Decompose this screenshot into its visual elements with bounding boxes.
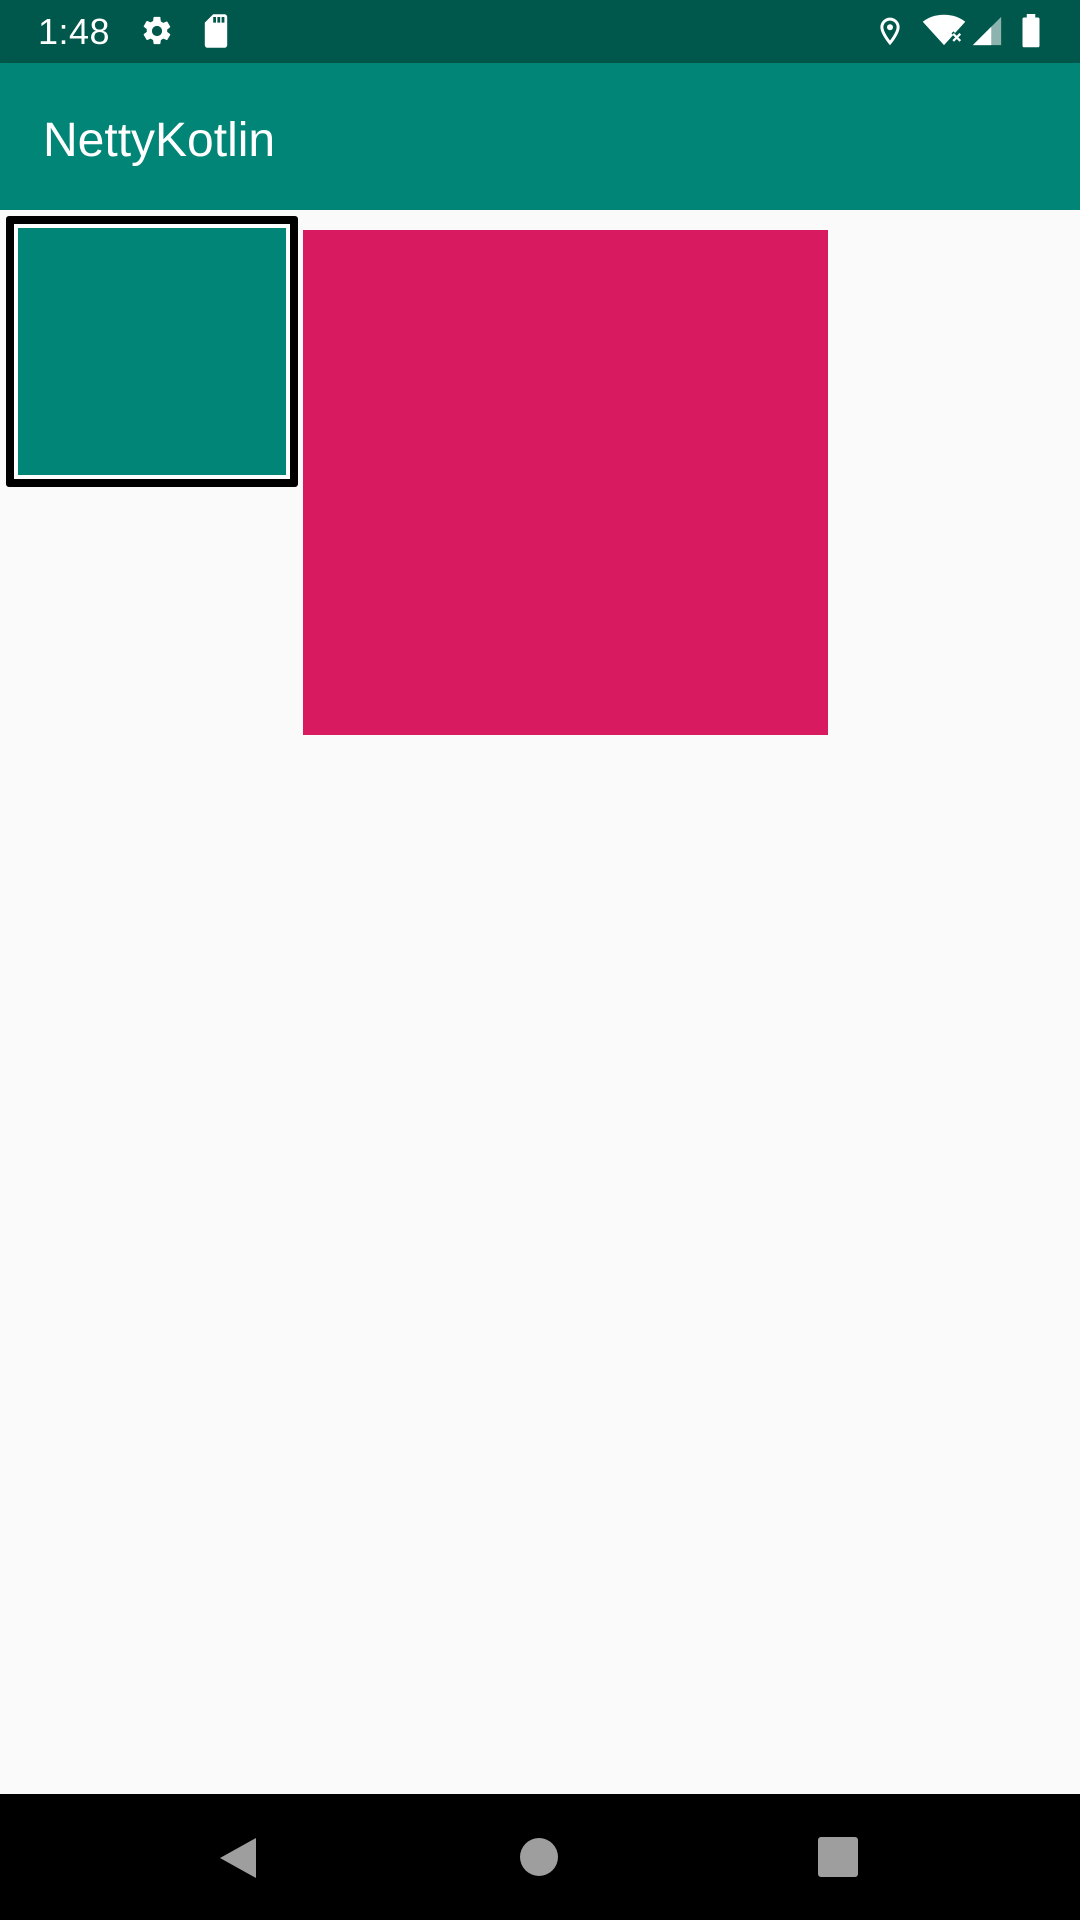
teal-box-selected[interactable]: [6, 216, 298, 487]
main-content: [0, 210, 1080, 1794]
gear-icon: [140, 14, 174, 53]
signal-icon: [970, 14, 1004, 53]
app-title: NettyKotlin: [43, 114, 276, 167]
sd-card-icon: [202, 14, 230, 53]
pink-box[interactable]: [303, 230, 828, 735]
app-bar: NettyKotlin: [0, 63, 1080, 210]
recents-icon[interactable]: [818, 1837, 858, 1882]
navigation-bar: [0, 1794, 1080, 1920]
battery-icon: [1020, 14, 1042, 53]
status-time: 1:48: [38, 11, 111, 52]
teal-box[interactable]: [18, 228, 286, 475]
wifi-icon: [922, 14, 966, 53]
home-icon[interactable]: [518, 1836, 560, 1883]
status-bar: 1:48: [0, 0, 1080, 63]
location-icon: [875, 14, 905, 53]
back-icon[interactable]: [218, 1836, 258, 1885]
